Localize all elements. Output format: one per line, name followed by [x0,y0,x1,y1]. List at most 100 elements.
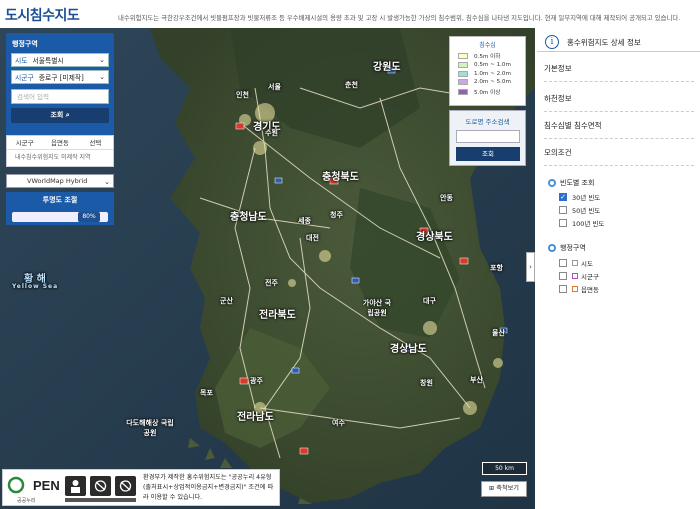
page-description: 내수위험지도는 극한강우조건에서 빗물펌프장과 빗물저류조 등 우수배제시설의 … [118,14,681,22]
map-label-chungbuk: 충청북도 [322,172,359,183]
section-basic-info[interactable]: 기본정보 [544,56,694,82]
overview-icon: ⊞ [489,485,495,492]
map-label-dadohae: 다도해해상 국립공원 [126,419,174,437]
road-search-button[interactable]: 조회 [456,147,520,161]
checkbox-icon [559,272,567,280]
map-label-andong: 안동 [440,194,453,202]
freq-label: 30년 빈도 [572,194,601,202]
map-label-cheongju: 청주 [330,211,343,219]
map-label-jeonnam: 전라남도 [237,412,274,423]
sido-value: 서울특별시 [32,57,64,65]
legend-item: 0.5m ~ 1.0m [458,62,525,69]
map-label-mokpo: 목포 [200,389,213,397]
scale-bar: 50 km [482,462,527,475]
map-label-ulsan: 울산 [492,329,505,337]
map-label-gyeongbuk: 경상북도 [416,232,453,243]
admin-label: 시군구 [581,273,599,281]
region-search-button-label: 조회 [50,111,64,119]
region-search-button[interactable]: 조회 ⌕ [11,108,109,123]
chevron-down-icon: ⌄ [99,56,105,64]
legend-item: 2.0m ~ 5.0m [458,79,525,86]
map-label-yellow-sea-en: Yellow Sea [12,283,59,290]
basemap-value: VWorldMap Hybrid [27,177,88,185]
map-label-jeonbuk: 전라북도 [259,310,296,321]
table-header-eupmyeondong: 읍면동 [51,139,69,147]
map-label-gangwon: 강원도 [373,62,401,73]
checkbox-icon [559,285,567,293]
section-depth-area[interactable]: 침수심별 침수면적 [544,113,694,139]
boundary-swatch [572,273,578,279]
section-river-info[interactable]: 하천정보 [544,86,694,112]
header: 도시침수지도 내수위험지도는 극한강우조건에서 빗물펌프장과 빗물저류조 등 우… [0,0,700,28]
side-panel-toggle[interactable]: › [526,252,535,282]
table-header-sigungu: 시군구 [15,139,34,147]
sido-label: 시도 [15,57,28,65]
legend-swatch [458,70,468,77]
map-label-changwon: 창원 [420,379,433,387]
overview-button[interactable]: ⊞ 축척보기 [481,481,527,497]
legend-label: 1.0m ~ 2.0m [474,70,511,77]
map-label-chungnam: 충청남도 [230,212,267,223]
freq-label: 50년 빈도 [572,207,601,215]
legend-label: 0.5m 이하 [474,53,501,60]
map-label-incheon: 인천 [236,91,249,99]
legend-item: 5.0m 이상 [458,88,525,96]
freq-30-checkbox[interactable]: ✓ 30년 빈도 [559,192,600,202]
checkbox-icon [559,259,567,267]
frequency-title: 빈도별 조회 [560,179,595,187]
map-label-gunsan: 군산 [220,297,233,305]
section-simulation[interactable]: 모의조건 [544,140,694,166]
basemap-select[interactable]: VWorldMap Hybrid ⌄ [6,174,114,188]
checkbox-icon [559,219,567,227]
map-label-gaya: 가야산 국립공원 [362,299,392,317]
chevron-down-icon: ⌄ [99,73,105,81]
info-icon: i [545,35,559,49]
road-address-search: 도로명 주소검색 조회 [449,110,526,166]
admin-eupmyeondong-checkbox[interactable]: 읍면동 [559,284,599,294]
legend-swatch [458,79,468,86]
map-label-busan: 부산 [470,376,483,384]
sigungu-select[interactable]: 시군구 중로구 [미제작] ⌄ [11,70,109,84]
radio-icon [548,179,556,187]
depth-legend: 침수심 0.5m 이하 0.5m ~ 1.0m 1.0m ~ 2.0m 2.0m… [449,36,526,106]
svg-text:공공누리: 공공누리 [17,497,35,504]
map-label-pohang: 포항 [490,264,503,272]
sigungu-label: 시군구 [15,74,34,82]
freq-100-checkbox[interactable]: 100년 빈도 [559,218,604,228]
legend-item: 0.5m 이하 [458,52,525,60]
radio-icon [548,244,556,252]
kogl-open-logo: PEN 공공누리 [7,473,59,504]
table-header-select: 선택 [89,139,102,147]
side-panel-title: 홍수위험지도 상세 정보 [567,38,641,47]
map-label-suwon: 수원 [265,129,278,137]
legend-label: 2.0m ~ 5.0m [474,79,511,86]
legend-swatch [458,62,468,69]
result-table: 시군구 읍면동 선택 내수침수위험지도 미제작 지역 [6,135,114,167]
chevron-down-icon: ⌄ [104,178,110,186]
opacity-panel: 투명도 조절 80% [6,192,114,225]
sido-select[interactable]: 시도 서울특별시 ⌄ [11,53,109,67]
side-panel-header: i 홍수위험지도 상세 정보 [537,30,700,52]
opacity-slider-handle[interactable]: 80% [78,212,100,222]
legend-label: 5.0m 이상 [474,89,501,96]
admin-sigungu-checkbox[interactable]: 시군구 [559,271,599,281]
opacity-title: 투명도 조절 [42,196,78,204]
legend-item: 1.0m ~ 2.0m [458,70,525,77]
legend-swatch [458,88,468,95]
legend-swatch [458,52,468,59]
table-empty-message: 내수침수위험지도 미제작 지역 [15,154,91,161]
freq-50-checkbox[interactable]: 50년 빈도 [559,205,600,215]
map-label-chuncheon: 춘천 [345,81,358,89]
page-title: 도시침수지도 [5,8,80,24]
admin-title: 행정구역 [560,244,586,252]
license-type-icons [65,476,136,502]
road-address-input[interactable] [456,130,520,143]
map-label-yeosu: 여수 [332,419,345,427]
license-text: 환경부가 제작한 홍수위험지도는 "공공누리 4유형(출처표시+상업적이용금지+… [143,474,274,501]
search-icon: ⌕ [65,111,70,119]
license-footer: PEN 공공누리 환경부가 제작한 홍수위험지도는 "공공누리 4유형(출처표시… [2,469,280,506]
region-search-input[interactable]: 검색어 입력 [11,89,109,104]
checkbox-icon [559,206,567,214]
boundary-swatch [572,260,578,266]
admin-sido-checkbox[interactable]: 시도 [559,258,593,268]
